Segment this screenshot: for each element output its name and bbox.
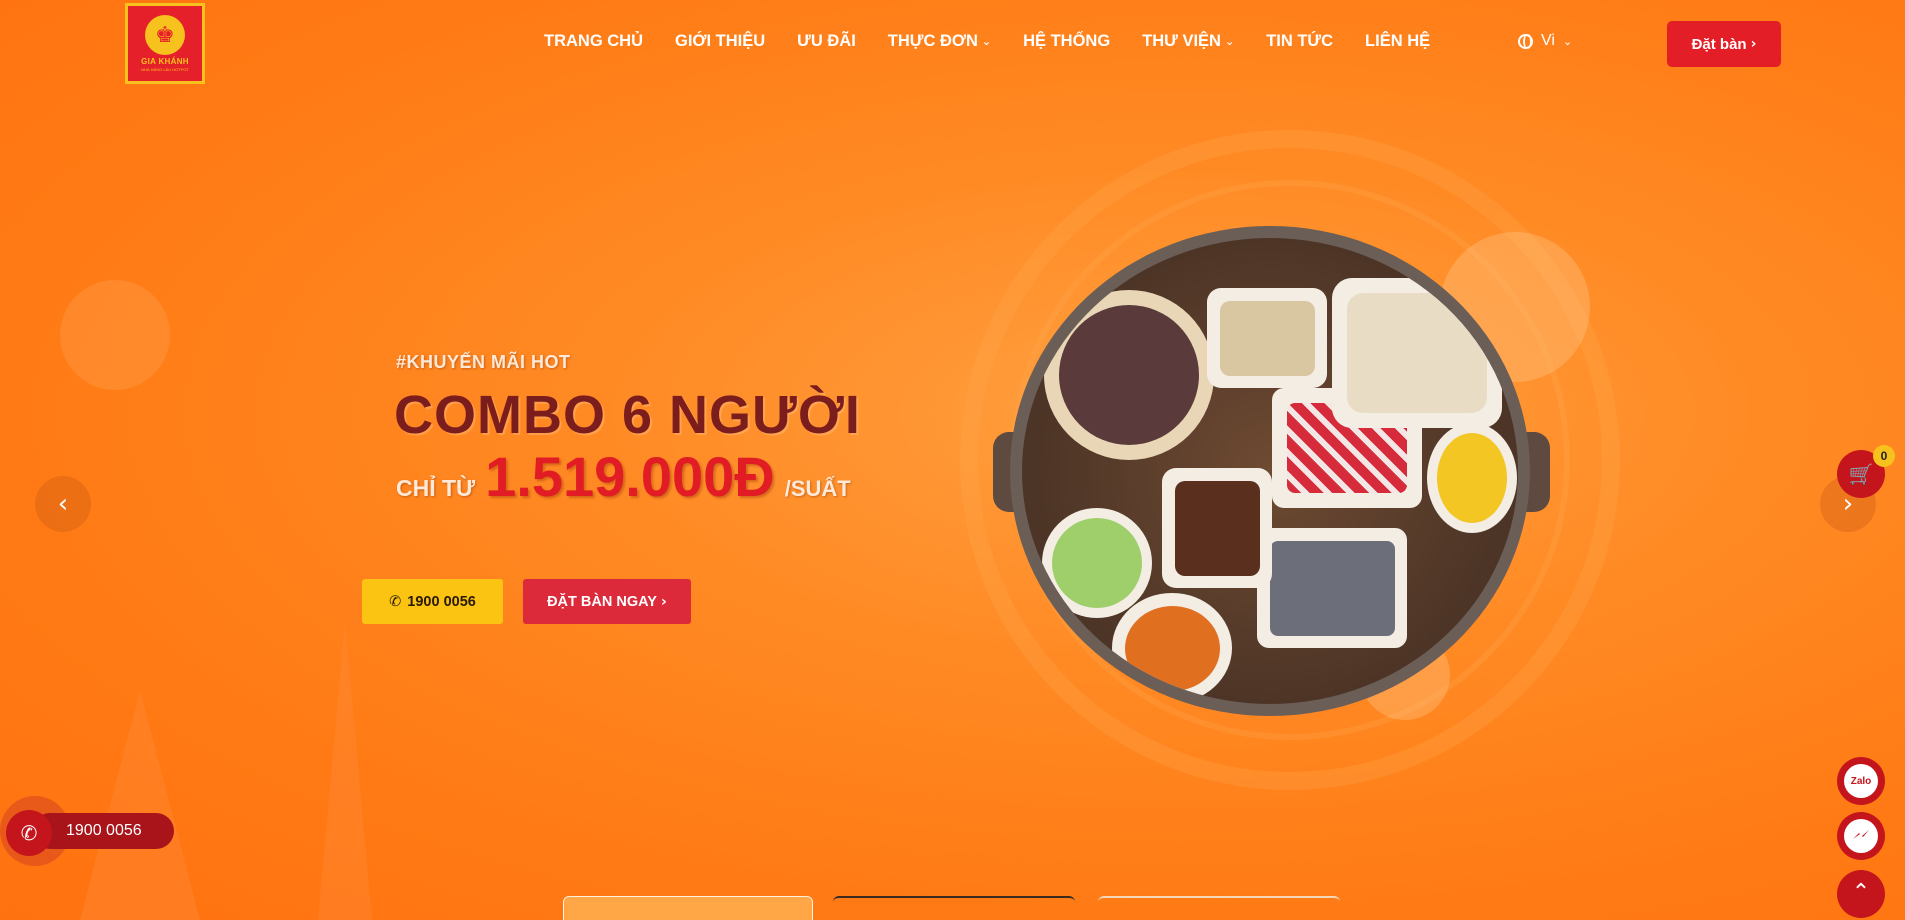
nav-item-thu-vien[interactable]: THƯ VIỆN ⌄ [1142,32,1234,51]
bottom-tab-peek[interactable] [563,896,813,920]
nav-item-uu-dai[interactable]: ƯU ĐÃI [797,32,856,51]
promo-title: COMBO 6 NGƯỜI [394,385,861,445]
nav-item-trang-chu[interactable]: TRANG CHỦ [544,32,643,51]
main-nav: TRANG CHỦ GIỚI THIỆU ƯU ĐÃI THỰC ĐƠN ⌄ HỆ… [544,32,1430,51]
phone-icon: ✆ [389,593,402,610]
nav-label: THỰC ĐƠN [887,32,978,50]
nav-item-gioi-thieu[interactable]: GIỚI THIỆU [675,32,765,51]
nav-item-tin-tuc[interactable]: TIN TỨC [1266,32,1333,51]
king-emblem-icon: ♚ [145,15,185,55]
chevron-up-icon: ⌃ [1851,879,1871,905]
nav-item-lien-he[interactable]: LIÊN HỆ [1365,32,1430,51]
promo-price-row: CHỈ TỪ 1.519.000Đ /SUẤT [396,444,851,509]
bottom-tab-peek[interactable] [833,896,1075,920]
zalo-chat-button[interactable]: Zalo [1837,757,1885,805]
nav-label: TIN TỨC [1266,32,1334,50]
chevron-down-icon: ⌄ [981,35,992,48]
call-phone-button[interactable]: ✆ 1900 0056 [362,579,503,624]
zalo-icon: Zalo [1844,764,1878,798]
nav-item-he-thong[interactable]: HỆ THỐNG [1023,32,1110,51]
cart-count-badge: 0 [1873,445,1895,467]
hotline-number: 1900 0056 [32,813,174,849]
greens-plate [1042,508,1152,618]
hotline-widget[interactable]: 1900 0056 ✆ [0,796,174,866]
tofu-plate [1207,288,1327,388]
scroll-to-top-button[interactable]: ⌃ [1837,870,1885,918]
seafood-plate [1257,528,1407,648]
book-button-label: Đặt bàn [1691,35,1747,53]
meat-plate [1162,468,1272,588]
chevron-down-icon: ⌄ [1562,34,1573,48]
nav-item-thuc-don[interactable]: THỰC ĐƠN ⌄ [888,32,991,51]
chevron-down-icon: ⌄ [1224,35,1235,48]
nav-label: ƯU ĐÃI [797,32,856,50]
slider-prev-arrow[interactable]: ‹ [35,476,91,532]
promo-tag: #KHUYẾN MÃI HOT [396,352,571,372]
phone-icon: ✆ [6,810,52,856]
background-pagoda-silhouette [318,620,372,920]
globe-icon [1518,33,1533,49]
nav-label: TRANG CHỦ [544,32,643,50]
book-now-label: ĐẶT BÀN NGAY [547,593,657,610]
brand-logo[interactable]: ♚ GIA KHÁNH NHÀ HÀNG LẨU HOTPOT [125,3,205,84]
carrot-plate [1112,593,1232,703]
messenger-chat-button[interactable] [1837,812,1885,860]
logo-text: GIA KHÁNH [141,57,189,66]
language-selector[interactable]: Vi ⌄ [1518,32,1572,50]
nav-label: THƯ VIỆN [1142,32,1221,50]
background-bokeh [60,280,170,390]
promo-price: 1.519.000Đ [485,445,775,508]
book-now-button[interactable]: ĐẶT BÀN NGAY › [523,579,691,624]
chevron-right-icon: › [660,593,667,610]
mushroom-plate [1332,278,1502,428]
price-suffix: /SUẤT [784,476,851,501]
bottom-tab-peek[interactable] [1098,896,1340,920]
chevron-right-icon: › [1750,36,1757,52]
phone-button-label: 1900 0056 [407,593,476,610]
logo-subtext: NHÀ HÀNG LẨU HOTPOT [141,67,189,72]
messenger-icon [1844,819,1878,853]
hotpot-food-image [1010,226,1530,716]
broth-bowl [1044,290,1214,460]
price-prefix: CHỈ TỪ [396,475,476,501]
corn-plate [1427,423,1517,533]
nav-label: GIỚI THIỆU [675,32,766,50]
nav-label: HỆ THỐNG [1023,32,1111,50]
nav-label: LIÊN HỆ [1365,32,1431,50]
language-label: Vi [1541,32,1555,49]
header-book-button[interactable]: Đặt bàn › [1667,21,1781,67]
